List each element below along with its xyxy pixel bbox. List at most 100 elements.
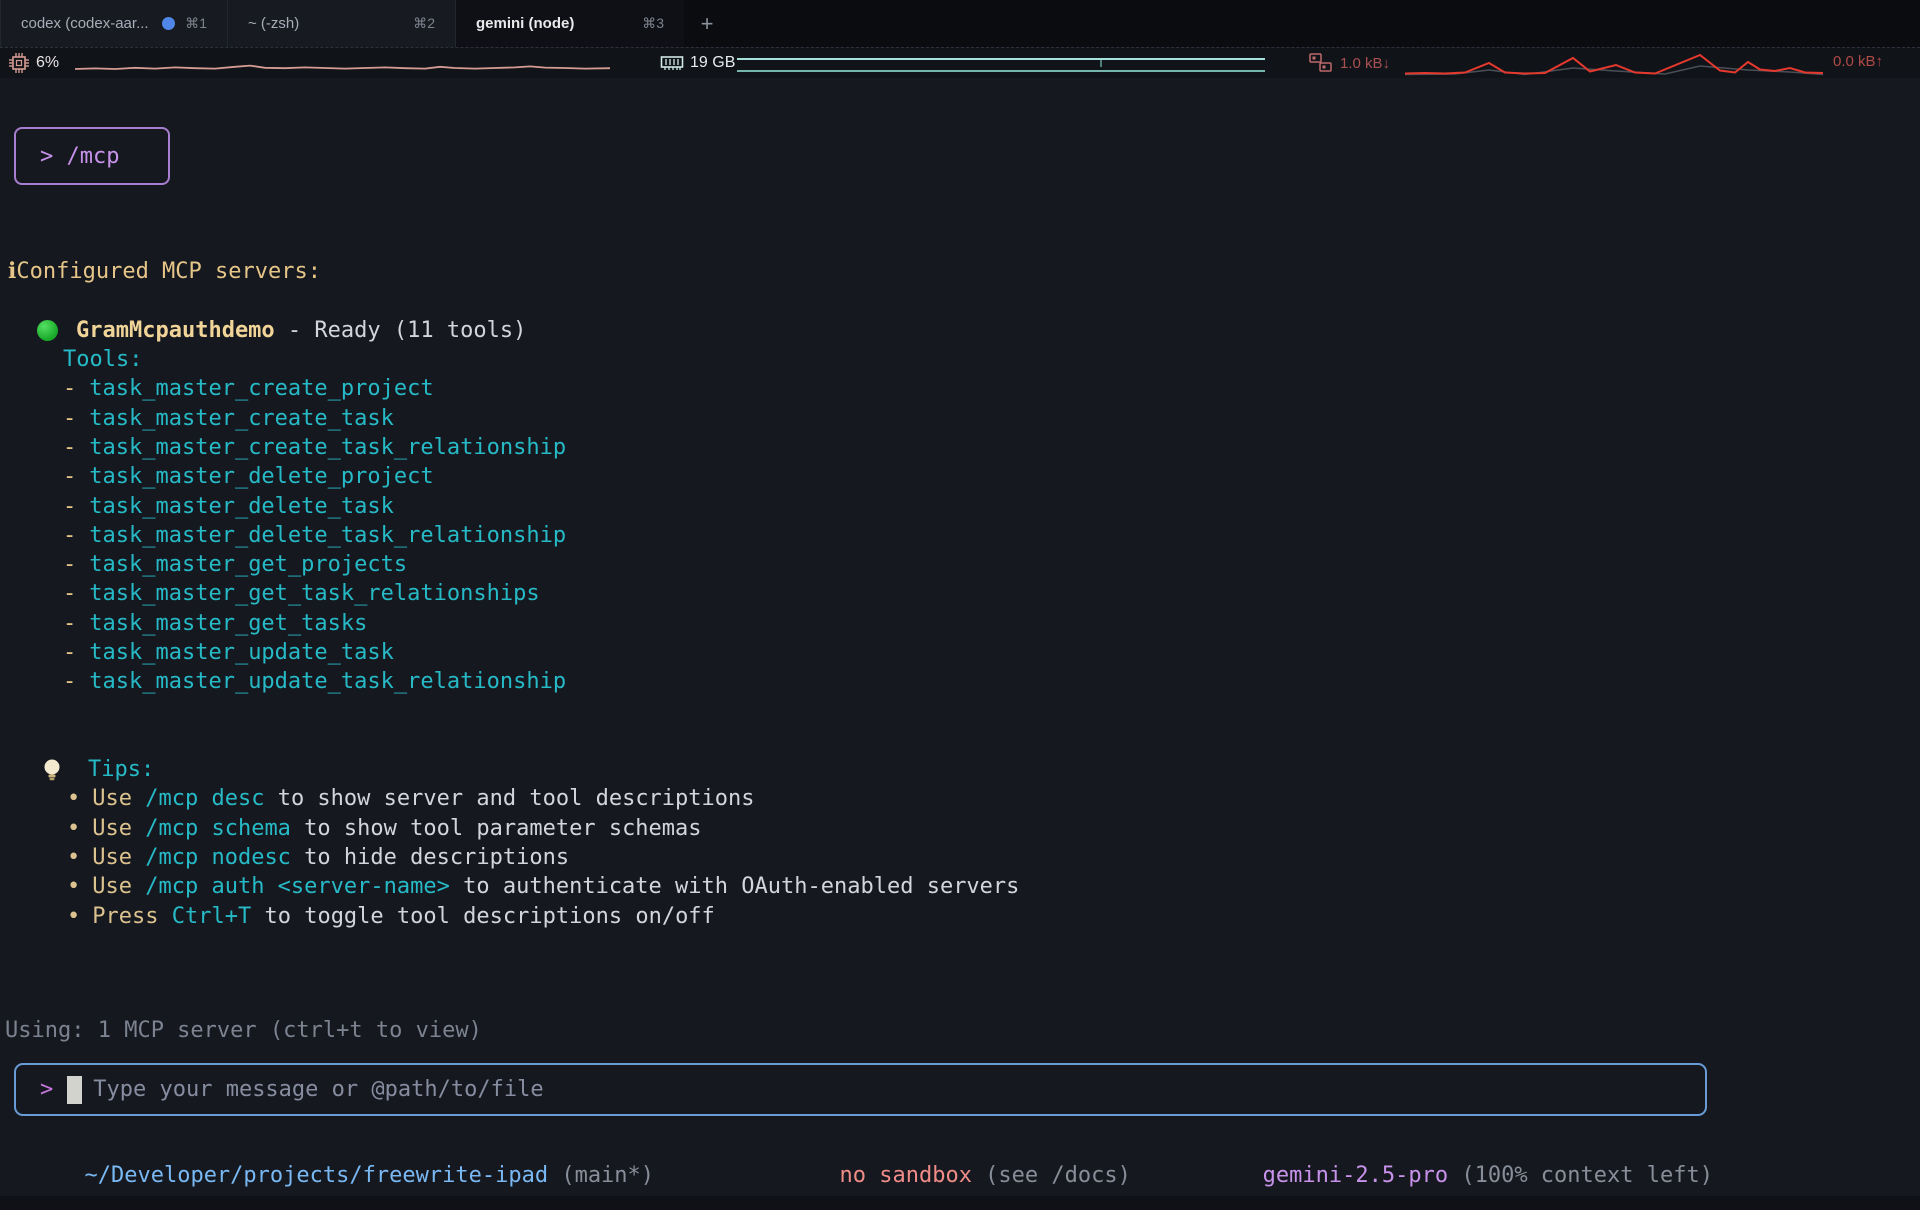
tab-codex[interactable]: codex (codex-aar... ⌘1: [0, 0, 228, 47]
tool-name: task_master_get_tasks: [89, 611, 367, 636]
dash-bullet: -: [63, 494, 76, 519]
terminal-output: ℹConfigured MCP servers: GramMcpauthdemo…: [0, 257, 1920, 931]
memory-graph: [737, 58, 1265, 72]
bullet-icon: •: [67, 845, 80, 870]
tool-name: task_master_delete_project: [89, 464, 433, 489]
sandbox-status: no sandbox: [839, 1163, 971, 1188]
cpu-sparkline: [75, 51, 610, 77]
server-name: GramMcpauthdemo: [76, 318, 275, 343]
tip-rest: to authenticate with OAuth-enabled serve…: [450, 874, 1020, 899]
tip-command: /mcp auth <server-name>: [145, 874, 450, 899]
command-echo-box: > /mcp: [14, 127, 170, 185]
tool-list-item: -task_master_create_task: [0, 403, 1920, 432]
tool-list-item: -task_master_delete_task: [0, 491, 1920, 520]
memory-graph-tick: [1100, 60, 1102, 67]
tip-lead: Press: [92, 904, 171, 929]
dash-bullet: -: [63, 464, 76, 489]
ram-chip-icon: [660, 52, 684, 74]
sandbox-note: (see /docs): [972, 1163, 1131, 1188]
servers-header: Configured MCP servers:: [16, 259, 321, 284]
tab-shortcut: ⌘2: [413, 15, 435, 32]
net-download-label: 1.0 kB↓: [1340, 55, 1390, 72]
cpu-widget: 6%: [8, 48, 59, 78]
prompt-chevron: >: [40, 1077, 53, 1102]
new-tab-button[interactable]: +: [684, 0, 730, 47]
bullet-icon: •: [67, 874, 80, 899]
tab-gemini-active[interactable]: gemini (node) ⌘3: [456, 0, 684, 47]
cli-footer: ~/Developer/projects/freewrite-ipad (mai…: [0, 1138, 1920, 1168]
tip-rest: to toggle tool descriptions on/off: [251, 904, 715, 929]
tool-name: task_master_get_projects: [89, 552, 407, 577]
text-cursor: [67, 1076, 82, 1104]
tip-rest: to show tool parameter schemas: [291, 816, 702, 841]
tip-command: Ctrl+T: [172, 904, 251, 929]
network-icon: [1308, 51, 1334, 75]
network-widget: 1.0 kB↓: [1308, 48, 1390, 78]
tool-name: task_master_create_project: [89, 376, 433, 401]
mcp-usage-status: Using: 1 MCP server (ctrl+t to view): [5, 1018, 482, 1043]
input-placeholder: Type your message or @path/to/file: [93, 1077, 543, 1102]
tip-command: /mcp nodesc: [145, 845, 291, 870]
memory-widget: 19 GB: [660, 48, 735, 78]
tab-label: gemini (node): [476, 15, 574, 32]
tip-lead: Use: [92, 816, 145, 841]
tools-label: Tools:: [63, 347, 142, 372]
tips-header: Tips:: [88, 757, 154, 782]
dash-bullet: -: [63, 640, 76, 665]
tool-name: task_master_delete_task: [89, 494, 394, 519]
tool-list-item: -task_master_create_task_relationship: [0, 433, 1920, 462]
tool-name: task_master_get_task_relationships: [89, 581, 539, 606]
servers-header-line: ℹConfigured MCP servers:: [0, 257, 1920, 286]
server-status-line: GramMcpauthdemo - Ready (11 tools): [0, 316, 1920, 345]
tool-list-item: -task_master_delete_task_relationship: [0, 521, 1920, 550]
window-bottom-edge: [0, 1196, 1920, 1210]
tool-name: task_master_create_task_relationship: [89, 435, 566, 460]
context-remaining: (100% context left): [1448, 1163, 1713, 1188]
bullet-icon: •: [67, 786, 80, 811]
command-echo-text: > /mcp: [40, 144, 119, 169]
tab-shortcut: ⌘3: [642, 15, 664, 32]
tip-rest: to hide descriptions: [291, 845, 569, 870]
net-upload-label: 0.0 kB↑: [1833, 53, 1883, 70]
tool-list-item: -task_master_get_projects: [0, 550, 1920, 579]
tool-list-item: -task_master_get_task_relationships: [0, 579, 1920, 608]
plus-icon: +: [701, 11, 714, 37]
dash-bullet: -: [63, 376, 76, 401]
working-directory: ~/Developer/projects/freewrite-ipad: [84, 1163, 548, 1188]
dash-bullet: -: [63, 669, 76, 694]
tips-header-line: Tips:: [0, 755, 1920, 784]
network-sparkline: [1405, 50, 1823, 78]
tool-list-item: -task_master_update_task_relationship: [0, 667, 1920, 696]
tip-command: /mcp desc: [145, 786, 264, 811]
tip-lead: Use: [92, 845, 145, 870]
tip-item: •Use /mcp schema to show tool parameter …: [0, 814, 1920, 843]
tool-list-item: -task_master_delete_project: [0, 462, 1920, 491]
tip-lead: Use: [92, 874, 145, 899]
info-icon: ℹ: [8, 259, 16, 284]
server-status: - Ready (11 tools): [275, 318, 527, 343]
tool-name: task_master_update_task: [89, 640, 394, 665]
tool-list-item: -task_master_update_task: [0, 638, 1920, 667]
lightbulb-icon: [42, 758, 62, 782]
tab-bar: codex (codex-aar... ⌘1 ~ (-zsh) ⌘2 gemin…: [0, 0, 1920, 47]
dash-bullet: -: [63, 611, 76, 636]
tool-name: task_master_create_task: [89, 406, 394, 431]
message-input[interactable]: > Type your message or @path/to/file: [14, 1063, 1707, 1116]
tab-shortcut: ⌘1: [185, 15, 207, 32]
tab-label: codex (codex-aar...: [21, 15, 149, 32]
activity-dot-icon: [162, 17, 175, 30]
tip-item: • Press Ctrl+T to toggle tool description…: [0, 902, 1920, 931]
bullet-icon: •: [67, 904, 80, 929]
git-branch: (main*): [548, 1163, 654, 1188]
memory-label: 19 GB: [690, 54, 735, 72]
tip-item: • Use /mcp auth <server-name> to authenti…: [0, 872, 1920, 901]
dash-bullet: -: [63, 581, 76, 606]
dash-bullet: -: [63, 435, 76, 460]
tool-name: task_master_update_task_relationship: [89, 669, 566, 694]
bullet-icon: •: [67, 816, 80, 841]
dash-bullet: -: [63, 406, 76, 431]
server-ready-dot-icon: [37, 320, 58, 341]
tool-list-item: -task_master_create_project: [0, 374, 1920, 403]
tab-zsh[interactable]: ~ (-zsh) ⌘2: [228, 0, 456, 47]
tool-name: task_master_delete_task_relationship: [89, 523, 566, 548]
